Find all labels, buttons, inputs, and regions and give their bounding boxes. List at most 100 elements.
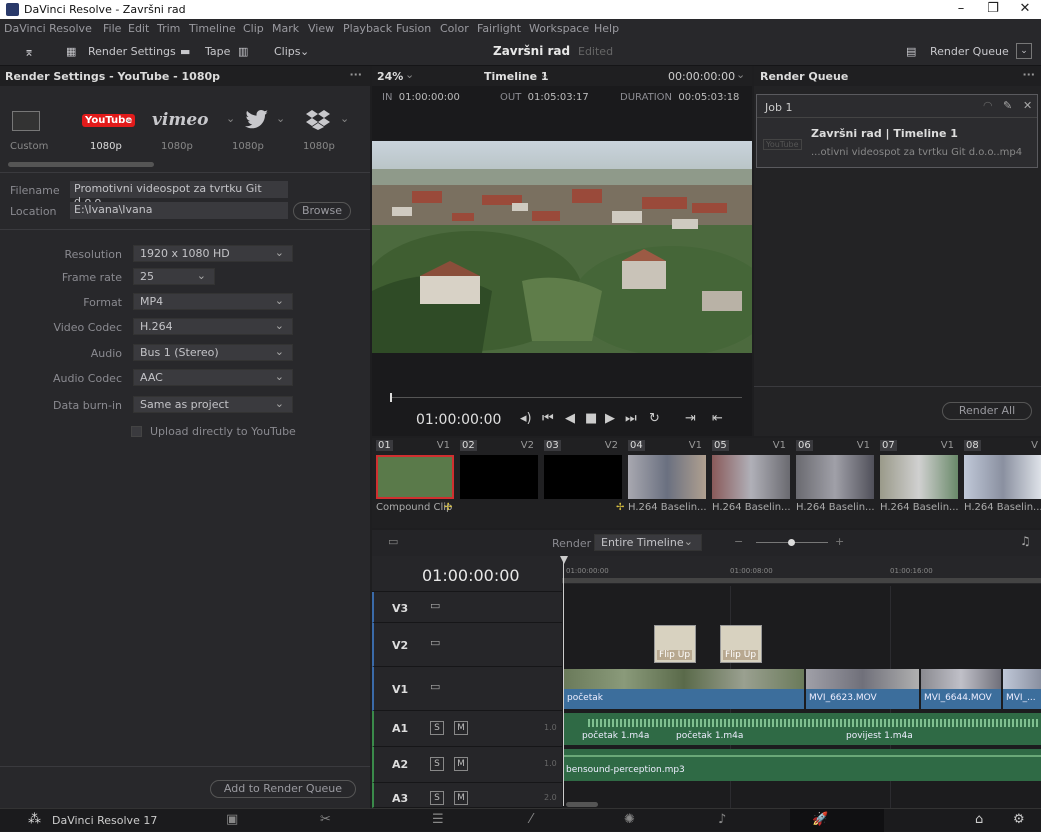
expand-icon[interactable]: ⌄ xyxy=(1016,43,1032,59)
youtube-chevron-icon[interactable]: ⌄ xyxy=(124,112,133,125)
v1-clip[interactable]: MVI_6623.MOV xyxy=(806,669,919,709)
track-v1-header[interactable]: V1 ▭ xyxy=(372,667,562,711)
mute-button[interactable]: M xyxy=(454,721,468,735)
edit-job-icon[interactable]: ✎ xyxy=(1003,99,1012,112)
twitter-chevron-icon[interactable]: ⌄ xyxy=(276,112,285,125)
media-page-icon[interactable]: ▣ xyxy=(226,812,238,827)
menu-mark[interactable]: Mark xyxy=(272,22,299,35)
fairlight-page-icon[interactable]: ♪ xyxy=(718,812,726,827)
render-settings-toggle[interactable]: Render Settings xyxy=(88,45,176,58)
frame-rate-select[interactable]: 25 ⌄ xyxy=(133,268,215,285)
upload-youtube-checkbox[interactable] xyxy=(131,426,142,437)
audio-select[interactable]: Bus 1 (Stereo) ⌄ xyxy=(133,344,293,361)
menu-clip[interactable]: Clip xyxy=(243,22,264,35)
clips-toggle[interactable]: Clips xyxy=(274,45,301,58)
cut-page-icon[interactable]: ✂ xyxy=(320,812,331,827)
zoom-slider-handle[interactable] xyxy=(788,539,795,546)
render-queue-toggle[interactable]: Render Queue xyxy=(930,45,1009,58)
presets-scrollbar[interactable] xyxy=(8,162,154,167)
browse-button[interactable]: Browse xyxy=(293,202,351,220)
options-icon[interactable]: ··· xyxy=(1022,68,1035,81)
zoom-chevron-icon[interactable]: ⌄ xyxy=(405,68,414,81)
track-v3-header[interactable]: V3 ▭ xyxy=(372,592,562,623)
video-codec-select[interactable]: H.264 ⌄ xyxy=(133,318,293,335)
zoom-out-icon[interactable]: − xyxy=(734,535,743,548)
v2-transition-clip[interactable]: Flip Up xyxy=(654,625,696,663)
track-v2-header[interactable]: V2 ▭ xyxy=(372,623,562,667)
menu-playback[interactable]: Playback xyxy=(343,22,392,35)
mark-in-icon[interactable]: ⇥ xyxy=(685,411,696,426)
render-all-button[interactable]: Render All xyxy=(942,402,1032,420)
options-icon[interactable]: ··· xyxy=(349,68,362,81)
tape-toggle[interactable]: Tape xyxy=(205,45,230,58)
twitter-preset-icon[interactable] xyxy=(245,110,269,130)
solo-button[interactable]: S xyxy=(430,721,444,735)
custom-preset-icon[interactable] xyxy=(12,111,40,131)
menu-fairlight[interactable]: Fairlight xyxy=(477,22,521,35)
solo-button[interactable]: S xyxy=(430,791,444,805)
solo-button[interactable]: S xyxy=(430,757,444,771)
render-range-select[interactable]: Entire Timeline ⌄ xyxy=(594,534,702,551)
clips-chevron-icon[interactable]: ⌄ xyxy=(300,45,309,58)
go-to-end-icon[interactable]: ⏭ xyxy=(625,411,637,426)
track-a3-header[interactable]: A3 S M 2.0 xyxy=(372,783,562,808)
menu-file[interactable]: File xyxy=(103,22,121,35)
data-burnin-select[interactable]: Same as project ⌄ xyxy=(133,396,293,413)
clip-thumbnail[interactable]: 04 V1 H.264 Baselin... xyxy=(624,438,708,526)
deliver-page-icon[interactable]: 🚀 xyxy=(812,812,828,827)
play-icon[interactable]: ▶ xyxy=(605,411,615,426)
timeline-chevron-icon[interactable]: ⌄ xyxy=(540,68,549,81)
minimize-button[interactable]: – xyxy=(946,1,976,16)
add-to-render-queue-button[interactable]: Add to Render Queue xyxy=(210,780,356,798)
v2-transition-clip[interactable]: Flip Up xyxy=(720,625,762,663)
deliver-page-tab[interactable] xyxy=(790,809,884,832)
pin-icon[interactable]: ⌆ xyxy=(24,45,34,59)
clip-thumbnail[interactable]: 03 V2 ✢ xyxy=(540,438,624,526)
menu-help[interactable]: Help xyxy=(594,22,619,35)
clip-thumbnail[interactable]: 01 V1 Compound Clip ✢ xyxy=(372,438,456,526)
filename-input[interactable]: Promotivni videospot za tvrtku Git d.o.o… xyxy=(70,181,288,208)
timeline-scrollbar[interactable] xyxy=(566,802,598,807)
timeline-name[interactable]: Timeline 1 xyxy=(484,70,549,83)
clip-thumbnail[interactable]: 05 V1 H.264 Baselin... xyxy=(708,438,792,526)
gear-icon[interactable]: ⚙ xyxy=(1013,812,1025,827)
v1-clip[interactable]: MVI_... xyxy=(1003,669,1041,709)
menu-timeline[interactable]: Timeline xyxy=(189,22,236,35)
clip-thumbnail[interactable]: 06 V1 H.264 Baselin... xyxy=(792,438,876,526)
a1-audio-clip[interactable]: početak 1.m4a početak 1.m4a povijest 1.m… xyxy=(564,713,1041,745)
location-input[interactable]: E:\Ivana\Ivana xyxy=(70,202,288,219)
audio-codec-select[interactable]: AAC ⌄ xyxy=(133,369,293,386)
timeline-ruler[interactable]: 01:00:00:00 01:00:08:00 01:00:16:00 xyxy=(562,556,1041,584)
vimeo-preset-icon[interactable]: vimeo xyxy=(152,110,208,130)
menu-trim[interactable]: Trim xyxy=(157,22,180,35)
close-button[interactable]: ✕ xyxy=(1010,1,1040,16)
mute-button[interactable]: M xyxy=(454,757,468,771)
mark-out-icon[interactable]: ⇤ xyxy=(712,411,723,426)
fusion-page-icon[interactable]: ⁄ xyxy=(530,812,532,827)
menu-davinci[interactable]: DaVinci Resolve xyxy=(4,22,92,35)
v1-clip[interactable]: MVI_6644.MOV xyxy=(921,669,1001,709)
zoom-in-icon[interactable]: + xyxy=(835,535,844,548)
go-to-start-icon[interactable]: ⏮ xyxy=(542,411,554,426)
menu-edit[interactable]: Edit xyxy=(128,22,149,35)
resolution-select[interactable]: 1920 x 1080 HD ⌄ xyxy=(133,245,293,262)
render-job-card[interactable]: Job 1 ◠ ✎ ✕ YouTube Završni rad | Timeli… xyxy=(756,94,1038,168)
v1-clip[interactable]: početak xyxy=(564,669,804,709)
menu-view[interactable]: View xyxy=(308,22,334,35)
play-reverse-icon[interactable]: ◀ xyxy=(565,411,575,426)
music-note-icon[interactable]: ♫ xyxy=(1020,534,1031,548)
track-a2-header[interactable]: A2 S M 1.0 xyxy=(372,747,562,783)
track-a1-header[interactable]: A1 S M 1.0 xyxy=(372,711,562,747)
clip-thumbnail[interactable]: 08 V H.264 Baselin... xyxy=(960,438,1041,526)
mute-button[interactable]: M xyxy=(454,791,468,805)
stop-icon[interactable]: ■ xyxy=(585,411,597,426)
menu-fusion[interactable]: Fusion xyxy=(396,22,431,35)
viewer-video-frame[interactable] xyxy=(372,141,752,353)
home-icon[interactable]: ⌂ xyxy=(975,812,983,827)
loop-icon[interactable]: ↻ xyxy=(649,411,660,426)
delete-job-icon[interactable]: ✕ xyxy=(1023,99,1032,112)
menu-workspace[interactable]: Workspace xyxy=(529,22,589,35)
format-select[interactable]: MP4 ⌄ xyxy=(133,293,293,310)
scrubber-playhead[interactable] xyxy=(390,393,392,402)
vimeo-chevron-icon[interactable]: ⌄ xyxy=(226,112,235,125)
